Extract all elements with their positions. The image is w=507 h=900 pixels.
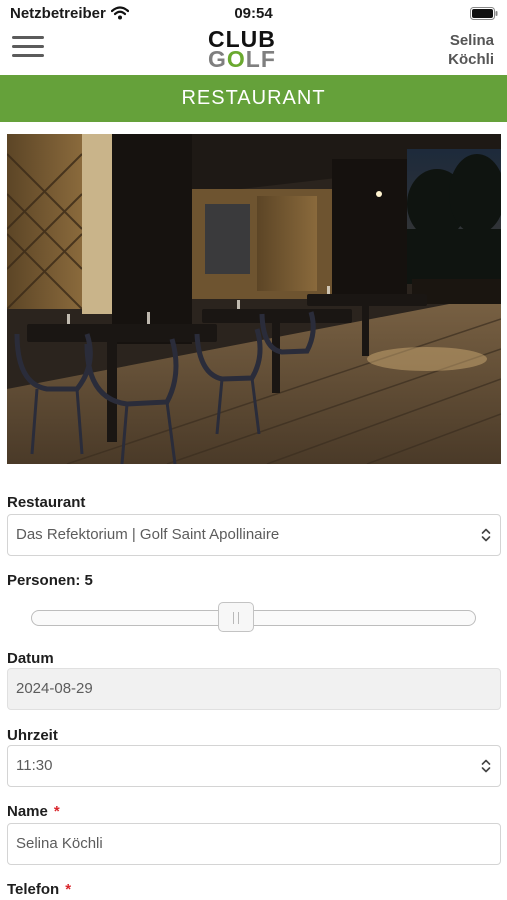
chevron-updown-icon [481, 528, 491, 542]
chevron-updown-icon [481, 759, 491, 773]
user-first-name: Selina [449, 32, 494, 49]
time-label: Uhrzeit [7, 727, 58, 744]
name-input-value: Selina Köchli [16, 835, 103, 852]
hamburger-menu-icon[interactable] [12, 36, 44, 58]
restaurant-label: Restaurant [7, 494, 86, 511]
status-bar: Netzbetreiber 09:54 [0, 0, 507, 26]
app-header: CLUB GOLF Selina Köchli [0, 26, 507, 75]
persons-label: Personen: 5 [7, 572, 93, 589]
battery-icon [470, 7, 498, 25]
required-marker: * [53, 803, 60, 820]
date-value: 2024-08-29 [16, 680, 93, 697]
name-label: Name * [7, 803, 60, 820]
required-marker: * [65, 881, 72, 898]
time-select-value: 11:30 [16, 757, 53, 774]
name-input[interactable]: Selina Köchli [7, 823, 501, 865]
user-last-name: Köchli [448, 51, 494, 68]
restaurant-select-value: Das Refektorium | Golf Saint Apollinaire [16, 526, 280, 543]
user-profile-link[interactable]: Selina Köchli [404, 31, 494, 69]
page-title: RESTAURANT [181, 87, 326, 109]
page-title-bar: RESTAURANT [0, 75, 507, 122]
persons-slider-handle[interactable] [218, 602, 254, 632]
phone-label: Telefon * [7, 881, 72, 898]
time-select[interactable]: 11:30 [7, 745, 501, 787]
status-time: 09:54 [234, 5, 273, 22]
date-field[interactable]: 2024-08-29 [7, 668, 501, 710]
date-label: Datum [7, 650, 54, 667]
club-golf-logo: CLUB GOLF [208, 26, 276, 72]
restaurant-select[interactable]: Das Refektorium | Golf Saint Apollinaire [7, 514, 501, 556]
restaurant-photo [7, 134, 501, 464]
